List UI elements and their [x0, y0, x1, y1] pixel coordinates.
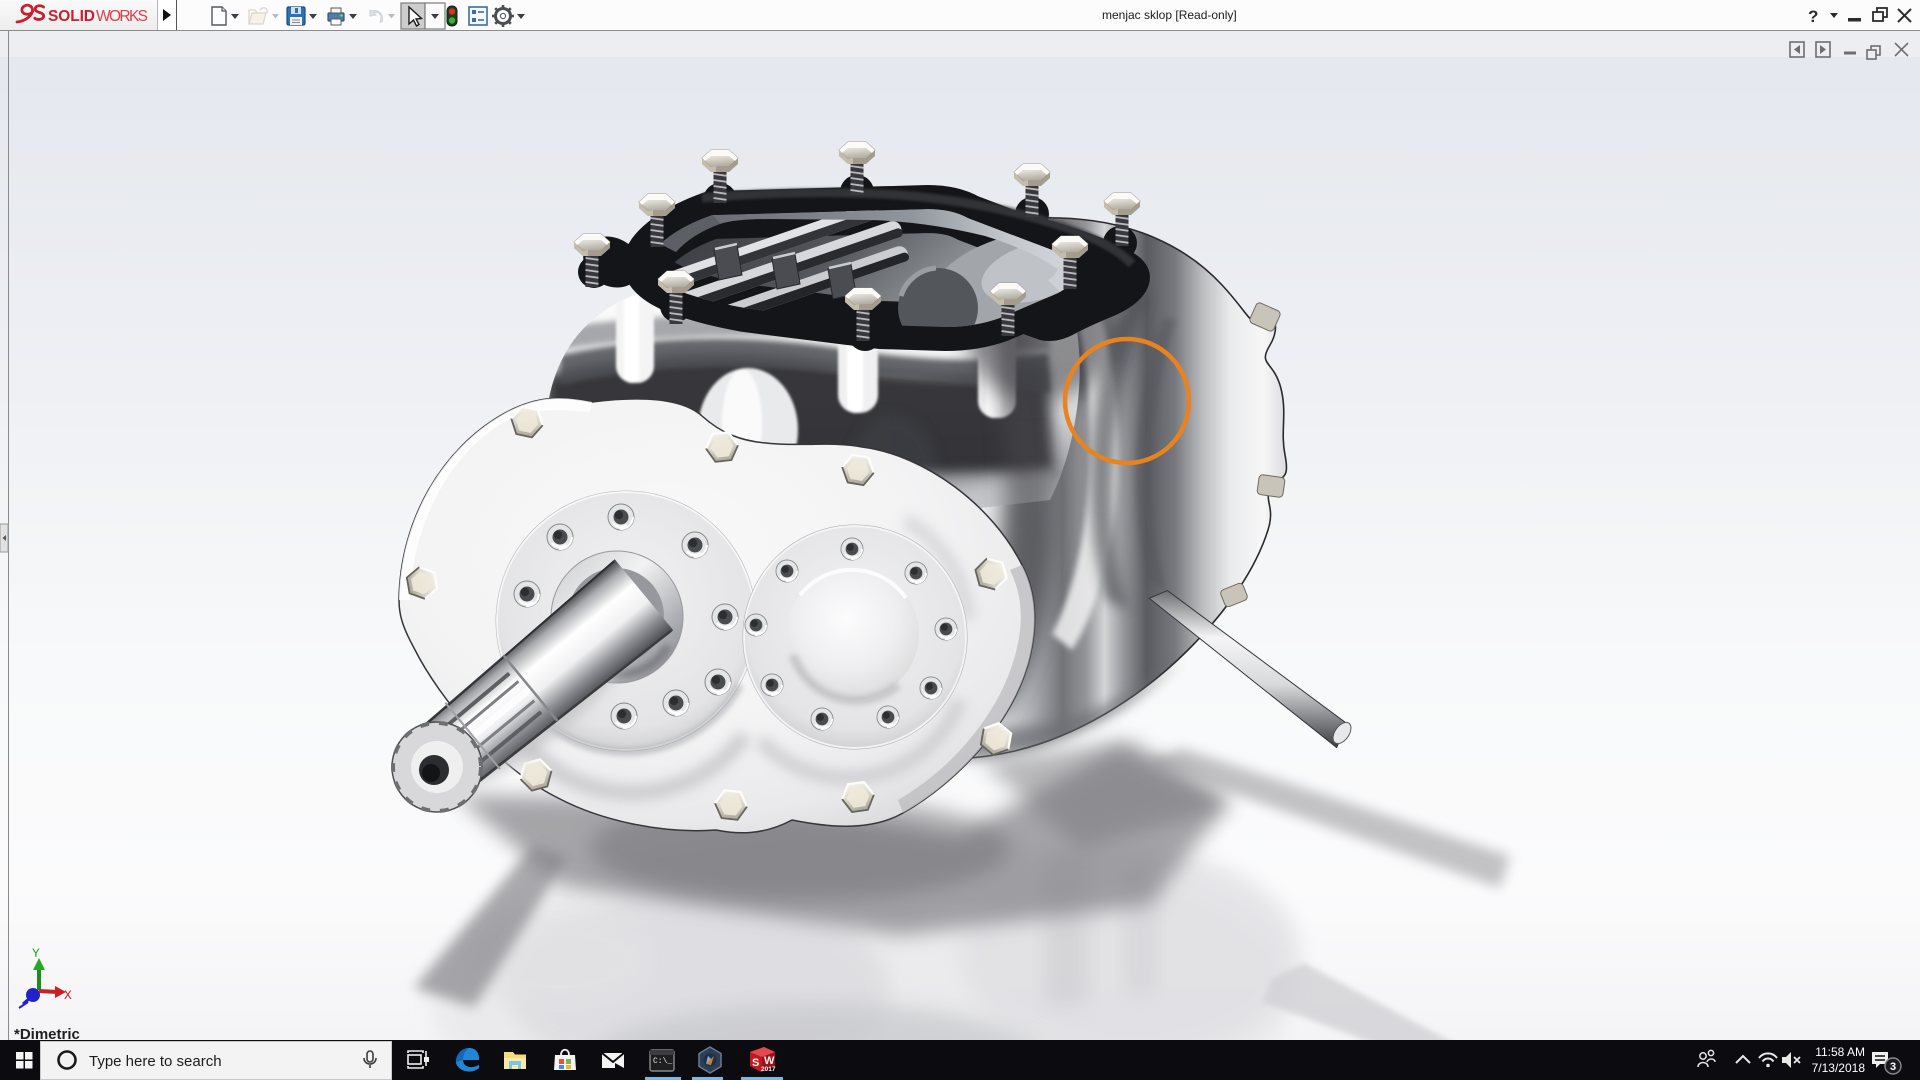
- svg-text:?: ?: [1808, 7, 1818, 26]
- svg-text:C:\_: C:\_: [653, 1057, 672, 1066]
- svg-text:3: 3: [1890, 1061, 1896, 1073]
- svg-text:S: S: [752, 1057, 759, 1069]
- svg-text:X: X: [64, 988, 72, 1003]
- svg-text:2017: 2017: [761, 1066, 776, 1073]
